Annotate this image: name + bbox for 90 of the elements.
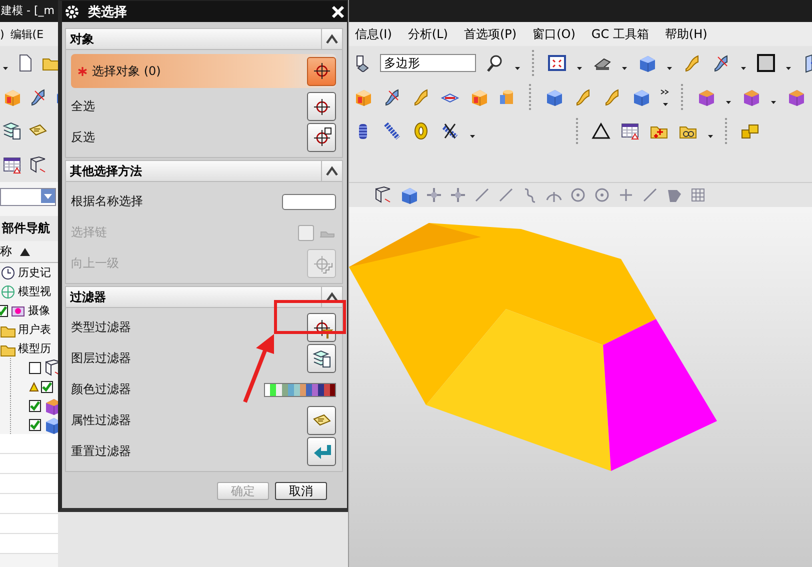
line-icon[interactable] xyxy=(641,186,659,204)
line-icon[interactable] xyxy=(497,186,515,204)
panel-title: 部件导航 xyxy=(0,216,58,241)
menu-item[interactable]: ) xyxy=(0,28,4,40)
cube-icon[interactable] xyxy=(631,87,651,107)
highlight-frame xyxy=(274,300,346,334)
checkbox-icon[interactable] xyxy=(41,380,53,392)
icon-button[interactable] xyxy=(307,313,336,342)
gear-icon[interactable] xyxy=(64,4,80,20)
field-label: 属性过滤器 xyxy=(71,412,131,429)
line-icon[interactable] xyxy=(473,186,491,204)
collapse-caret-icon xyxy=(326,166,338,176)
cube-icon[interactable] xyxy=(399,185,419,205)
tree-item[interactable]: 历史记 xyxy=(18,265,51,280)
cube-icon[interactable] xyxy=(544,87,564,107)
icon-button[interactable] xyxy=(307,123,336,152)
icon-button[interactable] xyxy=(307,344,336,373)
dropdown-field[interactable] xyxy=(0,188,56,206)
input-field[interactable] xyxy=(282,194,336,210)
menu-item[interactable]: 信息(I) xyxy=(355,26,392,42)
section-title: 过滤器 xyxy=(70,288,106,306)
fit-view-icon[interactable] xyxy=(547,53,567,73)
dropdown-caret-icon xyxy=(41,189,55,203)
cube-icon[interactable] xyxy=(2,87,22,107)
table-icon[interactable] xyxy=(620,121,640,141)
dialog-title: 类选择 xyxy=(88,4,128,20)
select-button[interactable] xyxy=(307,56,336,86)
more-chevron-icon[interactable] xyxy=(660,87,670,107)
section-header[interactable]: 其他选择方法 xyxy=(65,160,343,182)
field-label: 图层过滤器 xyxy=(71,350,131,367)
tree-item[interactable]: 模型历 xyxy=(18,341,51,356)
checkbox-icon[interactable] xyxy=(29,362,41,374)
collapse-caret-icon xyxy=(326,34,338,44)
selection-row[interactable]: 选择对象 (0) xyxy=(71,54,336,88)
section-header[interactable]: 过滤器 xyxy=(65,286,343,308)
search-field[interactable]: 多边形 xyxy=(380,54,476,72)
menu-item[interactable]: 编辑(E xyxy=(10,26,44,42)
tree-item[interactable]: 模型视 xyxy=(18,284,51,299)
cube-icon[interactable] xyxy=(637,53,657,73)
field-label: 全选 xyxy=(71,98,95,115)
circle-icon[interactable] xyxy=(569,186,587,204)
plus-icon[interactable] xyxy=(617,186,635,204)
views-icon xyxy=(0,284,16,300)
menu-item[interactable]: GC 工具箱 xyxy=(591,26,649,42)
triangle-icon[interactable] xyxy=(591,121,611,141)
menu-item[interactable]: 窗口(O) xyxy=(532,26,576,42)
color-swatch-strip[interactable] xyxy=(264,382,336,396)
wireframe-icon[interactable] xyxy=(373,185,393,205)
tension-spring-icon[interactable] xyxy=(382,121,402,141)
menu-item[interactable]: 首选项(P) xyxy=(464,26,517,42)
field-label: 反选 xyxy=(71,129,95,146)
section-header[interactable]: 对象 xyxy=(65,28,343,50)
dialog-button[interactable]: 取消 xyxy=(275,482,327,500)
tree-item[interactable]: 用户表 xyxy=(18,322,51,337)
cube-icon[interactable] xyxy=(741,87,761,107)
collapse-caret-icon xyxy=(326,292,338,302)
tree-item[interactable]: 摄像 xyxy=(28,303,50,318)
checkbox-icon[interactable] xyxy=(29,400,41,412)
wireframe-icon[interactable] xyxy=(28,155,48,175)
section-title: 其他选择方法 xyxy=(70,162,142,180)
wireframe-icon xyxy=(43,358,58,378)
field-label: 选择链 xyxy=(71,224,107,241)
menu-item[interactable]: 帮助(H) xyxy=(664,26,708,42)
crossed-spring-icon[interactable] xyxy=(440,121,460,141)
cube-icon[interactable] xyxy=(696,87,716,107)
layers-icon xyxy=(312,348,332,368)
square-icon[interactable] xyxy=(756,53,776,73)
cube-icon[interactable] xyxy=(353,87,373,107)
window-title: 建模 - [_m xyxy=(0,0,58,22)
field-label: 向上一级 xyxy=(71,255,119,272)
menu-item[interactable]: 分析(L) xyxy=(408,26,448,42)
field-label: 选择对象 (0) xyxy=(92,62,161,80)
close-icon[interactable] xyxy=(331,4,345,18)
column-header[interactable]: 称 xyxy=(0,243,12,260)
sort-arrow-icon[interactable] xyxy=(20,248,30,256)
move-icon[interactable] xyxy=(425,186,443,204)
field-label: 重置过滤器 xyxy=(71,443,131,460)
section-title: 对象 xyxy=(70,30,94,48)
table-icon[interactable] xyxy=(2,155,22,175)
field-label: 根据名称选择 xyxy=(71,193,143,210)
checkbox-icon[interactable] xyxy=(29,418,41,430)
grid-icon[interactable] xyxy=(689,186,707,204)
icon-button[interactable] xyxy=(307,92,336,121)
cube-icon[interactable] xyxy=(786,87,806,107)
layers-icon[interactable] xyxy=(2,121,22,141)
move-icon[interactable] xyxy=(449,186,467,204)
field-label: 颜色过滤器 xyxy=(71,381,131,398)
cube-icon[interactable] xyxy=(469,87,489,107)
circle-icon[interactable] xyxy=(593,186,611,204)
field-label: 类型过滤器 xyxy=(71,319,131,336)
